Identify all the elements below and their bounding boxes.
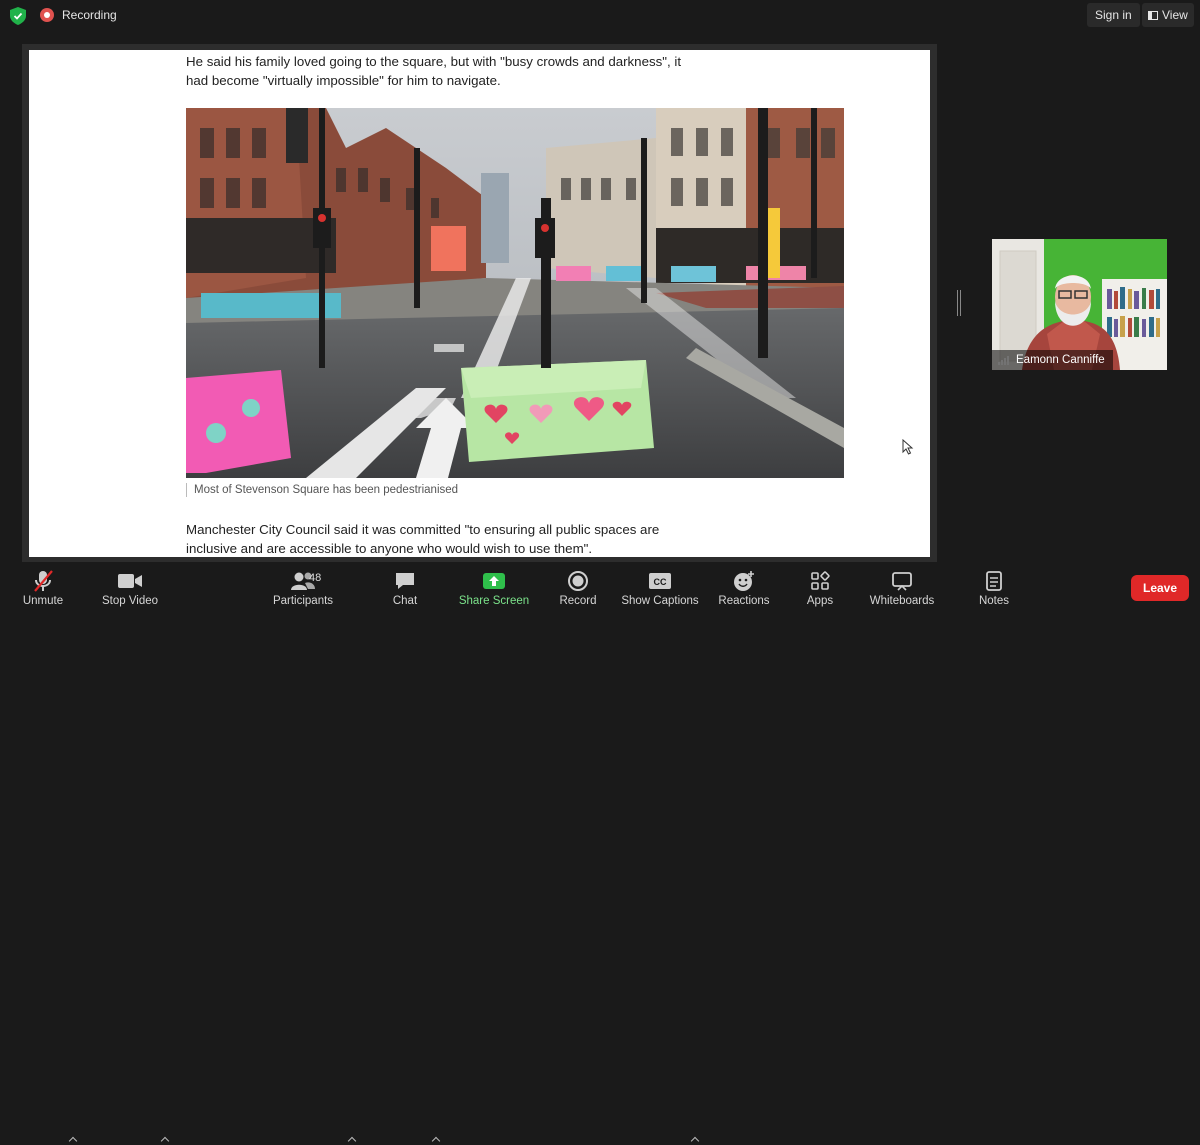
participants-button[interactable]: 48 Participants [270, 562, 336, 612]
participants-options-chevron-icon[interactable] [347, 1135, 357, 1145]
apps-icon [800, 568, 840, 594]
view-button[interactable]: View [1142, 3, 1194, 27]
street-scene-image [186, 108, 844, 478]
whiteboards-label: Whiteboards [869, 595, 935, 607]
article-page: He said his family loved going to the sq… [29, 50, 930, 557]
panel-resize-handle[interactable] [957, 290, 961, 316]
record-icon [40, 8, 54, 22]
meeting-toolbar: Unmute Stop Video 48 Participants Chat S… [0, 562, 1200, 612]
captions-icon: CC [640, 568, 680, 594]
recording-indicator[interactable]: Recording [40, 8, 117, 22]
reactions-button[interactable]: Reactions [716, 562, 772, 612]
record-icon [558, 568, 598, 594]
article-paragraph: He said his family loved going to the sq… [186, 54, 682, 88]
show-captions-label: Show Captions [621, 595, 699, 607]
stop-video-label: Stop Video [101, 595, 159, 607]
reactions-icon [724, 568, 764, 594]
share-screen-button[interactable]: Share Screen [458, 562, 530, 612]
notes-button[interactable]: Notes [974, 562, 1014, 612]
photo-caption: Most of Stevenson Square has been pedest… [186, 483, 458, 497]
unmute-button[interactable]: Unmute [18, 562, 68, 612]
shared-screen[interactable]: He said his family loved going to the sq… [22, 44, 937, 563]
whiteboard-icon [882, 568, 922, 594]
article-paragraph: Manchester City Council said it was comm… [186, 522, 660, 556]
security-shield-icon[interactable] [10, 7, 26, 25]
video-camera-icon [110, 568, 150, 594]
share-screen-icon [474, 568, 514, 594]
notes-icon [974, 568, 1014, 594]
record-button[interactable]: Record [556, 562, 600, 612]
svg-text:CC: CC [654, 577, 667, 587]
participant-name: Eamonn Canniffe [992, 350, 1113, 370]
whiteboards-button[interactable]: Whiteboards [866, 562, 938, 612]
meeting-top-bar: Recording Sign in View [0, 0, 1200, 30]
apps-button[interactable]: Apps [800, 562, 840, 612]
leave-button[interactable]: Leave [1131, 575, 1189, 601]
chat-button[interactable]: Chat [385, 562, 425, 612]
view-label: View [1162, 8, 1188, 22]
unmute-label: Unmute [22, 595, 64, 607]
chat-label: Chat [392, 595, 418, 607]
captions-options-chevron-icon[interactable] [690, 1135, 700, 1145]
stop-video-button[interactable]: Stop Video [98, 562, 162, 612]
chat-options-chevron-icon[interactable] [431, 1135, 441, 1145]
share-screen-label: Share Screen [458, 595, 530, 607]
microphone-muted-icon [23, 568, 63, 594]
participants-icon: 48 [283, 568, 323, 594]
video-options-chevron-icon[interactable] [160, 1135, 170, 1145]
recording-label: Recording [62, 8, 117, 22]
participants-count: 48 [309, 572, 322, 584]
chat-bubble-icon [385, 568, 425, 594]
show-captions-button[interactable]: CC Show Captions [620, 562, 700, 612]
sign-in-button[interactable]: Sign in [1087, 3, 1140, 27]
participants-label: Participants [272, 595, 334, 607]
notes-label: Notes [978, 595, 1010, 607]
article-photo [186, 108, 844, 478]
audio-options-chevron-icon[interactable] [68, 1135, 78, 1145]
reactions-label: Reactions [718, 595, 770, 607]
participant-video-tile[interactable]: Eamonn Canniffe [992, 239, 1167, 370]
view-layout-icon [1148, 10, 1158, 20]
apps-label: Apps [806, 595, 834, 607]
mouse-cursor-icon [902, 439, 914, 455]
record-label: Record [559, 595, 597, 607]
